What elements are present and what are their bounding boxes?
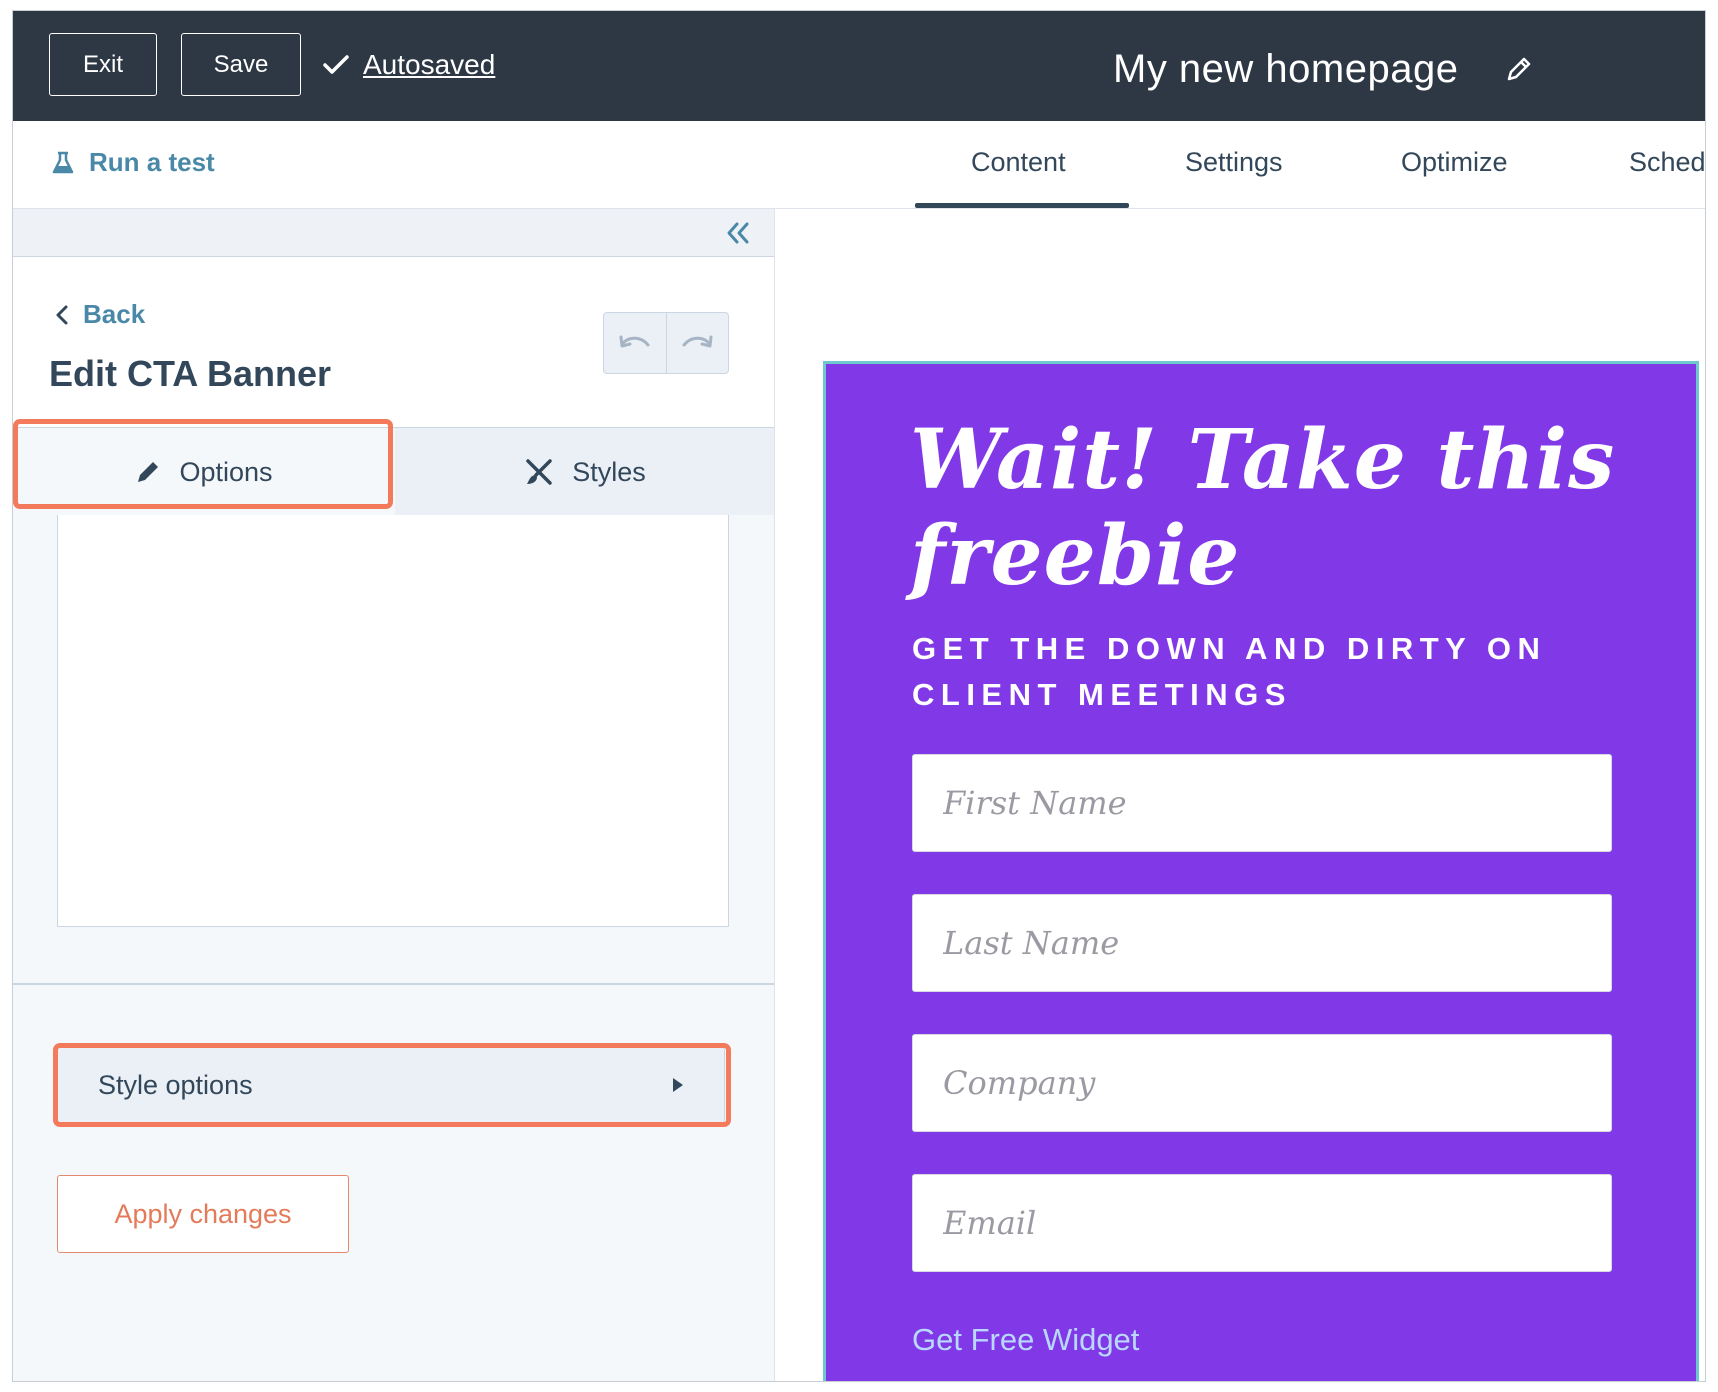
back-label[interactable]: Back: [83, 299, 145, 330]
options-content-area[interactable]: [57, 515, 729, 927]
company-field[interactable]: [912, 1034, 1612, 1132]
tab-options[interactable]: Options: [13, 428, 395, 516]
divider: [13, 983, 774, 985]
back-link[interactable]: Back: [55, 299, 145, 330]
email-field[interactable]: [912, 1174, 1612, 1272]
flask-icon: [52, 151, 74, 173]
first-name-field[interactable]: [912, 754, 1612, 852]
page-title[interactable]: My new homepage: [1113, 47, 1458, 92]
style-options-button[interactable]: Style options: [57, 1047, 725, 1123]
brush-ruler-icon: [526, 459, 552, 485]
tab-content[interactable]: Content: [971, 147, 1066, 178]
apply-changes-button[interactable]: Apply changes: [57, 1175, 349, 1253]
active-tab-indicator: [915, 203, 1129, 208]
collapse-bar: [13, 209, 774, 257]
cta-heading: Wait! Take this freebie: [910, 412, 1616, 604]
tab-styles-label[interactable]: Styles: [572, 457, 646, 488]
save-button[interactable]: Save: [181, 33, 301, 96]
panel-title: Edit CTA Banner: [49, 353, 332, 394]
panel-tabs: Options Styles: [13, 427, 775, 516]
sidebar-panel: Back Edit CTA Banner Options Styles Styl…: [13, 209, 775, 1381]
panel-header: Back Edit CTA Banner: [13, 257, 774, 427]
redo-icon: [682, 335, 713, 348]
cta-banner[interactable]: Wait! Take this freebie GET THE DOWN AND…: [823, 361, 1699, 1381]
undo-icon: [619, 335, 650, 348]
autosaved-status[interactable]: Autosaved: [323, 41, 495, 89]
autosaved-label[interactable]: Autosaved: [363, 49, 495, 81]
cta-subheading: GET THE DOWN AND DIRTY ON CLIENT MEETING…: [912, 631, 1547, 712]
style-options-label[interactable]: Style options: [98, 1070, 253, 1101]
get-free-widget-link[interactable]: Get Free Widget: [912, 1322, 1139, 1358]
exit-button[interactable]: Exit: [49, 33, 157, 96]
top-bar: Exit Save Autosaved My new homepage: [13, 11, 1705, 121]
run-a-test-link[interactable]: Run a test: [51, 147, 215, 178]
run-a-test-label[interactable]: Run a test: [89, 147, 215, 178]
tab-styles[interactable]: Styles: [395, 428, 775, 516]
chevron-left-icon: [56, 305, 68, 324]
pencil-icon: [138, 462, 159, 482]
checkmark-icon: [323, 55, 349, 74]
last-name-field[interactable]: [912, 894, 1612, 992]
double-chevron-left-icon[interactable]: [724, 219, 752, 247]
editor-tabs-row: Run a test Content Settings Optimize Sch…: [13, 121, 1705, 209]
tab-settings[interactable]: Settings: [1185, 147, 1283, 178]
undo-button[interactable]: [604, 313, 667, 373]
page-preview: Wait! Take this freebie GET THE DOWN AND…: [775, 209, 1705, 1381]
tab-optimize[interactable]: Optimize: [1401, 147, 1508, 178]
undo-redo-group: [603, 312, 729, 374]
pencil-icon[interactable]: [1505, 55, 1533, 83]
editor-window: Exit Save Autosaved My new homepage Run …: [12, 10, 1706, 1382]
tab-schedule[interactable]: Sched: [1629, 147, 1705, 178]
caret-right-icon: [673, 1078, 683, 1092]
redo-button[interactable]: [667, 313, 729, 373]
tab-options-label[interactable]: Options: [179, 457, 272, 488]
